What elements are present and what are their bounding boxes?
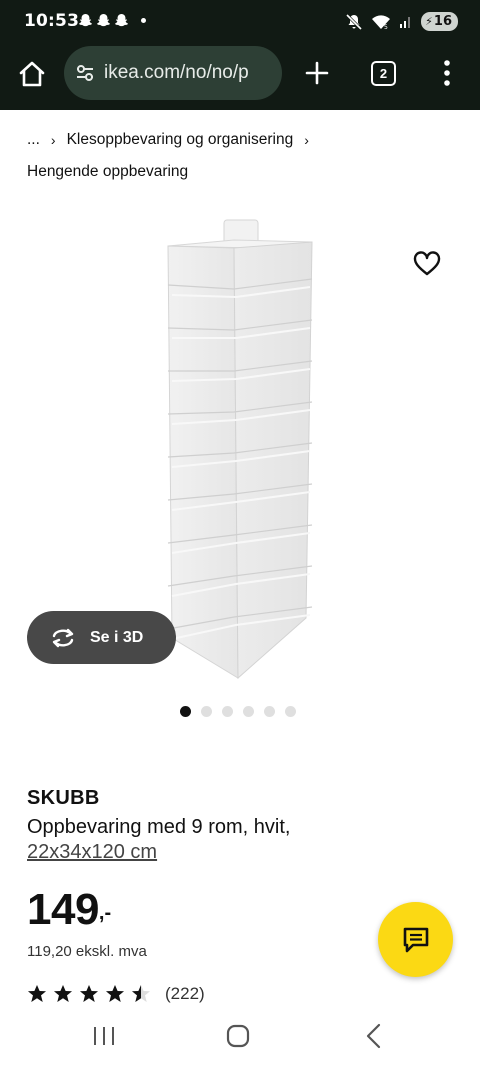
carousel-dot[interactable] xyxy=(285,706,296,717)
breadcrumb-ellipsis[interactable]: ... xyxy=(27,124,40,156)
battery-indicator: ⚡ 16 xyxy=(421,12,458,31)
more-notifications-icon xyxy=(141,18,146,23)
url-text: ikea.com/no/no/p xyxy=(104,62,249,83)
star-full-icon xyxy=(106,985,124,1002)
rating-stars xyxy=(27,985,151,1003)
carousel-dot[interactable] xyxy=(264,706,275,717)
status-time: 10:53 xyxy=(24,11,80,31)
battery-saver-icon: ⚡ xyxy=(425,15,433,28)
status-bar: 10:53 5 ⚡ 16 xyxy=(0,0,480,44)
chevron-right-icon: › xyxy=(50,132,56,148)
star-full-icon xyxy=(80,985,98,1002)
battery-level: 16 xyxy=(433,14,452,29)
breadcrumb-item-hengende[interactable]: Hengende oppbevaring xyxy=(27,156,188,188)
status-indicators: 5 ⚡ 16 xyxy=(345,12,458,31)
product-description: Oppbevaring med 9 rom, hvit, xyxy=(27,816,291,838)
carousel-dots xyxy=(180,706,296,717)
mute-icon xyxy=(346,13,363,30)
system-navigation-bar xyxy=(0,1005,480,1067)
snapchat-icon xyxy=(78,13,93,27)
star-full-icon xyxy=(54,985,72,1002)
home-icon[interactable] xyxy=(16,58,48,90)
carousel-dot[interactable] xyxy=(222,706,233,717)
wifi-icon: 5 xyxy=(372,14,391,30)
nav-home-icon[interactable] xyxy=(226,1024,250,1048)
svg-text:5: 5 xyxy=(384,24,388,30)
chat-icon xyxy=(403,927,428,952)
see-in-3d-button[interactable]: Se i 3D xyxy=(27,611,176,664)
carousel-dot[interactable] xyxy=(243,706,254,717)
product-image[interactable] xyxy=(162,218,318,683)
breadcrumb-item-klesoppbevaring[interactable]: Klesoppbevaring og organisering xyxy=(67,124,294,156)
browser-toolbar: ikea.com/no/no/p 2 xyxy=(0,44,480,110)
snapchat-icon xyxy=(96,13,111,27)
tab-count: 2 xyxy=(379,66,388,81)
product-rating[interactable]: (222) xyxy=(27,985,205,1003)
snapchat-icon xyxy=(114,13,129,27)
star-half-icon xyxy=(132,985,150,1002)
chat-button[interactable] xyxy=(378,902,453,977)
star-full-icon xyxy=(28,985,46,1002)
price-suffix: ,- xyxy=(98,902,112,924)
carousel-dot[interactable] xyxy=(180,706,191,717)
breadcrumb: ... › Klesoppbevaring og organisering › … xyxy=(27,124,467,188)
see-in-3d-label: Se i 3D xyxy=(90,628,144,646)
menu-icon[interactable] xyxy=(436,58,458,88)
new-tab-icon[interactable] xyxy=(300,56,334,90)
rotate-3d-icon xyxy=(52,628,74,647)
chevron-right-icon: › xyxy=(304,132,309,148)
notification-icons xyxy=(78,13,146,28)
review-count[interactable]: (222) xyxy=(165,985,205,1003)
tab-switcher-button[interactable]: 2 xyxy=(371,61,396,86)
price-integer: 149 xyxy=(27,885,99,934)
product-price: 149 ,- xyxy=(27,882,111,938)
site-settings-icon[interactable] xyxy=(74,62,96,84)
signal-icon xyxy=(400,17,411,28)
product-brand: SKUBB xyxy=(27,787,100,809)
heart-icon[interactable] xyxy=(413,251,441,277)
product-dimensions-link[interactable]: 22x34x120 cm xyxy=(27,841,157,864)
address-bar[interactable]: ikea.com/no/no/p xyxy=(64,46,282,100)
recents-icon[interactable] xyxy=(92,1025,116,1047)
back-icon[interactable] xyxy=(364,1023,382,1049)
carousel-dot[interactable] xyxy=(201,706,212,717)
price-ex-vat: 119,20 ekskl. mva xyxy=(27,943,147,960)
